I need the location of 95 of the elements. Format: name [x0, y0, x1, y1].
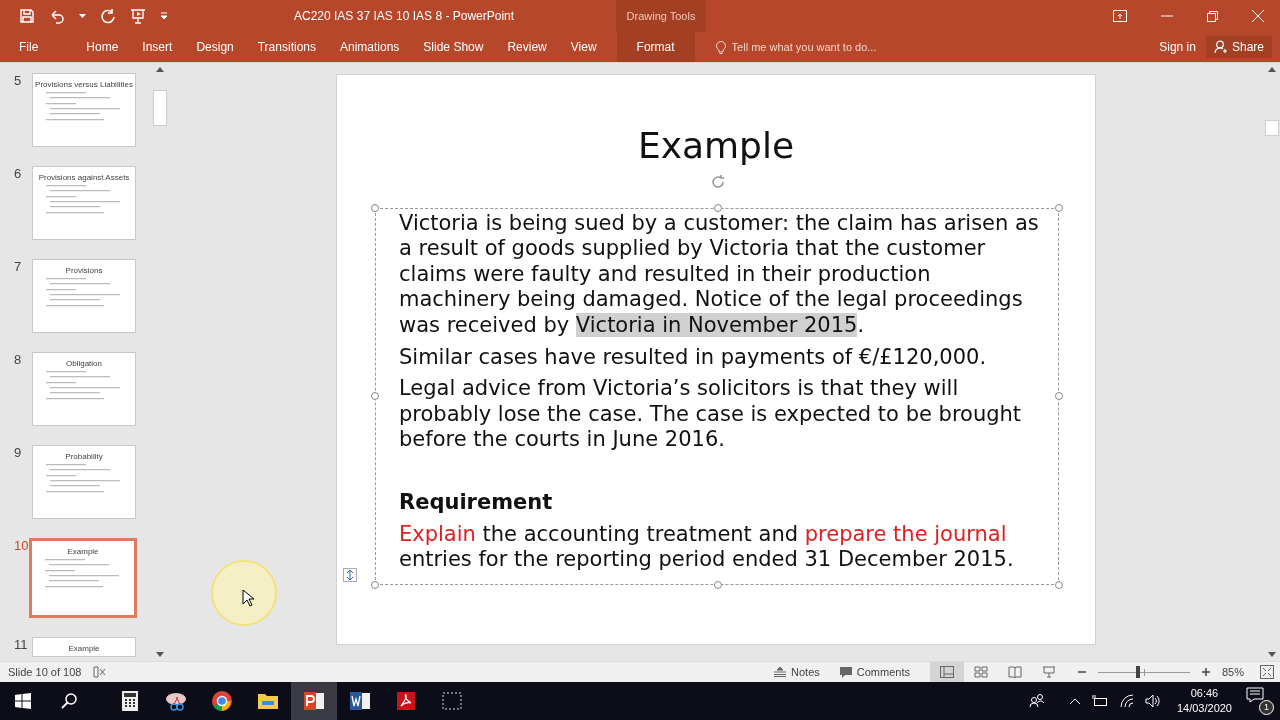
scroll-thumb[interactable]: [153, 90, 167, 126]
ribbon-tab[interactable]: Design: [185, 32, 245, 62]
scroll-down-icon[interactable]: [156, 652, 164, 657]
comment-icon: [839, 666, 852, 678]
resize-handle[interactable]: [714, 581, 722, 589]
ribbon-tab[interactable]: Animations: [329, 32, 411, 62]
zoom-out-icon[interactable]: [1078, 668, 1086, 676]
slide-title: Example: [636, 125, 796, 167]
thumbnail-title: Probability: [65, 452, 103, 461]
resize-handle[interactable]: [371, 204, 379, 212]
notes-icon: [774, 667, 787, 677]
clock-date[interactable]: 14/03/2020: [1176, 701, 1232, 716]
mouse-pointer-icon: [242, 589, 254, 607]
thumbnail-title: Provisions against Assets: [38, 173, 130, 182]
requirement-heading: Requirement: [399, 489, 554, 516]
share-button[interactable]: Share: [1205, 36, 1272, 58]
lightbulb-icon: [715, 40, 726, 54]
slide-thumbnail[interactable]: Probability: [32, 445, 136, 519]
slide-number: 6: [14, 166, 23, 181]
body-paragraph: Explain the accounting treatment and prepare the journal entries for the reporting period ended 31 December 2015.: [399, 521, 1015, 573]
accessibility-check-icon[interactable]: [93, 666, 108, 678]
person-add-icon: [1213, 40, 1228, 54]
thumbnail-title: Example: [68, 644, 100, 653]
people-icon[interactable]: [1028, 694, 1045, 708]
ribbon-display-icon[interactable]: [1113, 10, 1127, 22]
ribbon-tab[interactable]: Slide Show: [412, 32, 495, 62]
slideshow-icon[interactable]: [130, 8, 146, 24]
resize-handle[interactable]: [371, 581, 379, 589]
zoom-slider[interactable]: [1098, 666, 1190, 678]
resize-handle[interactable]: [1055, 392, 1063, 400]
rotate-handle-icon[interactable]: [709, 173, 727, 191]
slide-number: 8: [14, 352, 23, 367]
slide-counter: Slide 10 of 108: [8, 666, 82, 678]
zoom-slider-thumb[interactable]: [1136, 666, 1141, 678]
notes-button[interactable]: Notes: [774, 666, 820, 678]
resize-handle[interactable]: [714, 204, 722, 212]
ribbon-tab[interactable]: View: [559, 32, 608, 62]
notification-center-icon[interactable]: [1246, 687, 1264, 703]
save-icon[interactable]: [19, 8, 35, 24]
window-title: AC220 IAS 37 IAS 10 IAS 8 - PowerPoint: [294, 9, 516, 23]
zoom-percentage[interactable]: 85%: [1222, 666, 1248, 678]
restore-icon[interactable]: [1207, 10, 1218, 22]
slide-thumbnail[interactable]: Obligation: [32, 352, 136, 426]
slide-number: 11: [14, 637, 26, 652]
ribbon-tab[interactable]: Home: [75, 32, 130, 62]
thumbnail-title: Example: [67, 547, 99, 556]
caret-icon[interactable]: [79, 13, 86, 19]
sign-in-link[interactable]: Sign in: [1159, 40, 1196, 54]
notification-count: 1: [1259, 700, 1274, 715]
close-icon[interactable]: [1252, 10, 1264, 22]
presentation-app-icon[interactable]: [291, 682, 337, 720]
normal-view-icon[interactable]: [930, 662, 964, 682]
slide-thumbnail[interactable]: Provisions against Assets: [32, 166, 136, 240]
ribbon-tab[interactable]: Format: [616, 32, 695, 62]
slide-thumbnail[interactable]: Provisions: [32, 259, 136, 333]
scroll-up-icon[interactable]: [156, 67, 164, 72]
windows-start-icon[interactable]: [15, 693, 31, 709]
slide-thumbnail[interactable]: Example: [29, 538, 137, 618]
clock-time[interactable]: 06:46: [1190, 686, 1219, 701]
slide-number: 10: [14, 538, 26, 553]
ribbon-tab[interactable]: Transitions: [246, 32, 327, 62]
slide-thumbnail[interactable]: Example: [32, 637, 136, 657]
thumbnail-title: Obligation: [66, 359, 102, 368]
autofit-icon[interactable]: [343, 568, 357, 582]
thumbnail-title: Provisions versus Liabilities: [35, 80, 133, 89]
thumbnail-title: Provisions: [65, 266, 103, 275]
battery-icon[interactable]: [1090, 695, 1109, 707]
resize-handle[interactable]: [371, 392, 379, 400]
zoom-in-icon[interactable]: [1202, 668, 1210, 676]
body-paragraph: Similar cases have resulted in payments of €/£120,000.: [399, 344, 988, 370]
redo-icon[interactable]: [100, 8, 116, 24]
body-paragraph: Victoria is being sued by a customer: the claim has arisen as a result of goods supplied by Victoria that the customer claims were faulty and resulted in their production machinery being damaged. Notice of the legal proceedings was received by Victoria in November 2015.: [399, 211, 1039, 339]
resize-handle[interactable]: [1055, 204, 1063, 212]
context-tab-label: Drawing Tools: [626, 10, 696, 22]
ribbon-tab[interactable]: Review: [496, 32, 558, 62]
scroll-thumb[interactable]: [1265, 120, 1279, 136]
ribbon-tab[interactable]: Insert: [131, 32, 184, 62]
tell-me-field[interactable]: Tell me what you want to do...: [715, 40, 1016, 54]
customize-caret-icon[interactable]: [160, 12, 168, 20]
fit-to-window-icon[interactable]: [1260, 665, 1274, 679]
chevron-up-icon[interactable]: [1068, 697, 1081, 705]
scroll-up-icon[interactable]: [1268, 67, 1276, 72]
search-icon[interactable]: [61, 693, 77, 709]
resize-handle[interactable]: [1055, 581, 1063, 589]
ribbon-tab[interactable]: File: [1, 32, 57, 62]
wifi-icon[interactable]: [1118, 694, 1135, 708]
speaker-icon[interactable]: [1144, 694, 1161, 708]
comments-button[interactable]: Comments: [839, 666, 910, 678]
slide-number: 9: [14, 445, 23, 460]
undo-icon[interactable]: [49, 8, 65, 24]
body-paragraph: Legal advice from Victoria’s solicitors is that they will probably lose the case. The case is expected to be brought before the courts in June 2016.: [399, 376, 1023, 453]
slide-thumbnail[interactable]: Provisions versus Liabilities: [32, 73, 136, 147]
slide-number: 5: [14, 73, 23, 88]
slide-number: 7: [14, 259, 23, 274]
scroll-down-icon[interactable]: [1268, 652, 1276, 657]
